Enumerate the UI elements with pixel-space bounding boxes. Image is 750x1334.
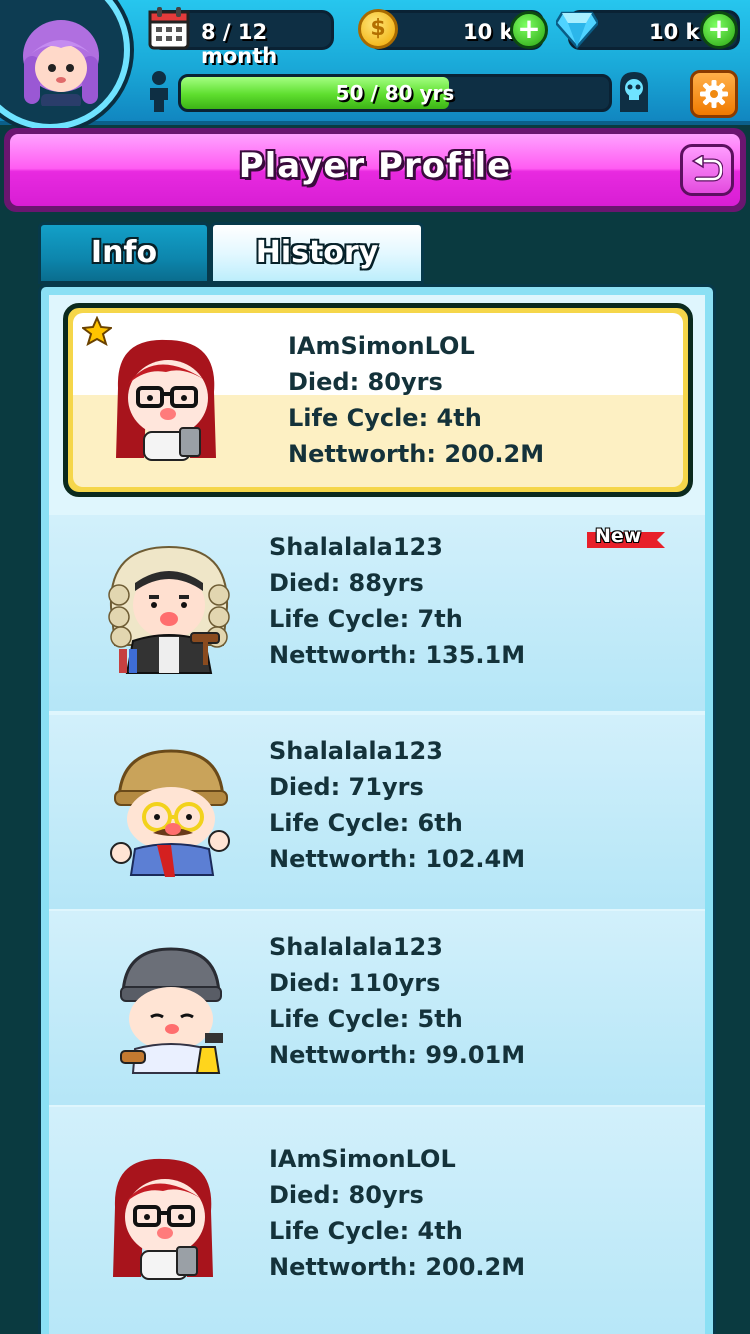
history-card[interactable]: New Shalalala123 Died: 88yrs Life Cycle:… [49, 515, 705, 711]
died-age: Died: 80yrs [288, 368, 443, 396]
player-name: IAmSimonLOL [269, 1145, 456, 1173]
settings-button[interactable] [690, 70, 738, 118]
history-card[interactable]: IAmSimonLOL Died: 80yrs Life Cycle: 4th … [49, 1107, 705, 1334]
networth: Nettworth: 200.2M [288, 440, 545, 468]
tab-info[interactable]: Info [38, 222, 210, 284]
history-list[interactable]: IAmSimonLOL Died: 80yrs Life Cycle: 4th … [49, 295, 705, 1334]
networth: Nettworth: 99.01M [269, 1041, 526, 1069]
tab-history[interactable]: History [210, 222, 424, 284]
player-name: Shalalala123 [269, 533, 443, 561]
life-cycle: Life Cycle: 6th [269, 809, 463, 837]
gear-icon [700, 80, 728, 108]
avatar-portrait-icon [23, 20, 99, 106]
player-name: IAmSimonLOL [288, 332, 475, 360]
age-progress-bar: 50 / 80 yrs [178, 74, 612, 112]
history-card-featured[interactable]: IAmSimonLOL Died: 80yrs Life Cycle: 4th … [63, 303, 693, 497]
player-avatar[interactable] [0, 0, 130, 130]
history-panel: IAmSimonLOL Died: 80yrs Life Cycle: 4th … [38, 284, 716, 1334]
age-progress-label: 50 / 80 yrs [335, 81, 455, 105]
redhead-woman-character-icon [113, 1158, 213, 1280]
back-button[interactable] [680, 144, 734, 196]
player-name: Shalalala123 [269, 933, 443, 961]
beanie-worker-character-icon [120, 947, 223, 1074]
add-gems-button[interactable]: + [700, 11, 738, 49]
judge-character-icon [108, 545, 230, 674]
life-cycle: Life Cycle: 7th [269, 605, 463, 633]
life-cycle: Life Cycle: 4th [269, 1217, 463, 1245]
life-cycle: Life Cycle: 5th [269, 1005, 463, 1033]
history-card[interactable]: Shalalala123 Died: 110yrs Life Cycle: 5t… [49, 911, 705, 1105]
return-arrow-icon [691, 155, 723, 182]
gem-amount: 10 k [649, 20, 700, 44]
tab-history-label: History [255, 235, 379, 270]
calendar-icon [148, 7, 190, 50]
redhead-woman-character-icon [116, 339, 216, 461]
networth: Nettworth: 200.2M [269, 1253, 526, 1281]
page-title: Player Profile [238, 146, 512, 186]
month-label: 8 / 12 month [201, 20, 278, 68]
coin-icon: $ [358, 9, 398, 49]
died-age: Died: 71yrs [269, 773, 424, 801]
person-icon [150, 71, 168, 112]
player-profile-banner: Player Profile [4, 128, 746, 212]
died-age: Died: 110yrs [269, 969, 441, 997]
add-coins-button[interactable]: + [510, 11, 548, 49]
tab-info-label: Info [90, 235, 158, 270]
tombstone-skull-icon [620, 72, 648, 112]
top-status-bar: 8 / 12 month 10 k $ + 10 k + 50 / 80 yrs [0, 0, 750, 130]
died-age: Died: 88yrs [269, 569, 424, 597]
died-age: Died: 80yrs [269, 1181, 424, 1209]
coin-amount: 10 k [463, 20, 514, 44]
networth: Nettworth: 102.4M [269, 845, 526, 873]
life-cycle: Life Cycle: 4th [288, 404, 482, 432]
history-card[interactable]: Shalalala123 Died: 71yrs Life Cycle: 6th… [49, 715, 705, 909]
player-name: Shalalala123 [269, 737, 443, 765]
old-man-character-icon [110, 749, 230, 877]
diamond-icon [556, 11, 598, 49]
new-badge: New [595, 525, 642, 547]
networth: Nettworth: 135.1M [269, 641, 526, 669]
